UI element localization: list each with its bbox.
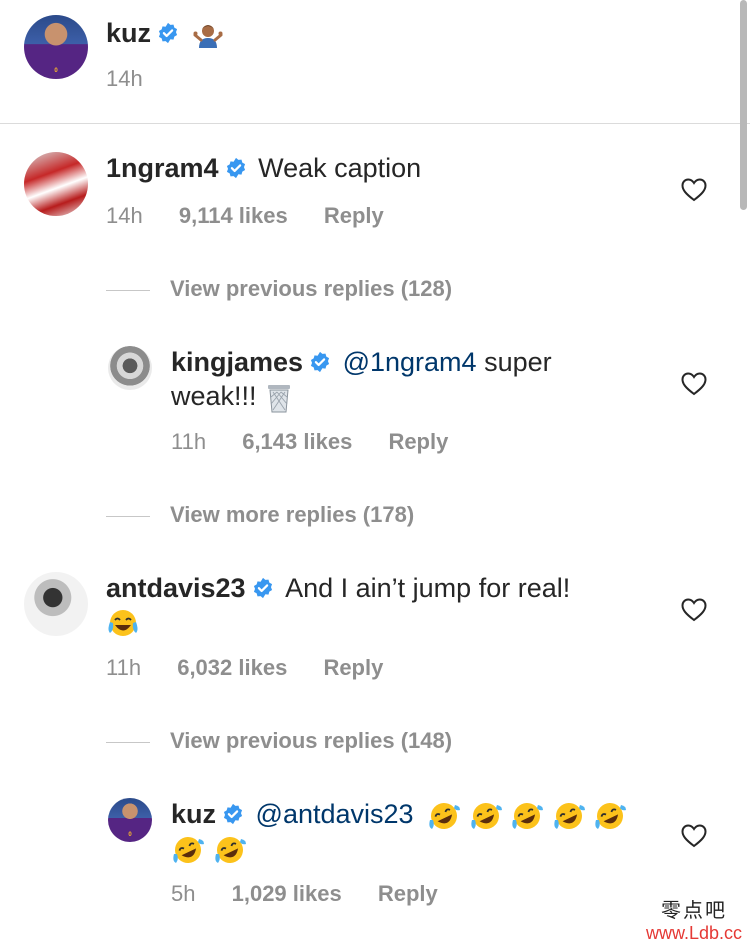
divider-line: [106, 515, 150, 517]
comment-avatar-kingjames[interactable]: [108, 346, 152, 390]
view-replies-button[interactable]: View previous replies (128): [106, 276, 452, 302]
comment-text: Weak caption: [258, 153, 422, 183]
mention-link[interactable]: @1ngram4: [343, 347, 477, 377]
comment-text-line: antdavis23 And I ain’t jump for real!: [106, 571, 570, 605]
reply-button[interactable]: Reply: [388, 429, 448, 454]
comment-likes[interactable]: 6,143 likes: [242, 429, 352, 454]
comment-avatar-kuz[interactable]: [108, 798, 152, 842]
comment-likes[interactable]: 9,114 likes: [179, 203, 288, 228]
comment-time: 14h: [106, 203, 143, 228]
tears-of-joy-emoji-icon: [108, 609, 138, 636]
comment-avatar-antdavis23[interactable]: [24, 572, 88, 636]
comment-meta: 11h 6,032 likes Reply: [106, 655, 413, 681]
comment-time: 11h: [106, 655, 142, 680]
verified-badge-icon: [310, 351, 330, 373]
rolling-on-floor-laughing-emoji-icon: [214, 836, 246, 863]
divider-line: [106, 741, 150, 743]
comment-meta: 14h 9,114 likes Reply: [106, 203, 414, 229]
wastebasket-emoji-icon: [268, 384, 291, 413]
comment-text-line-2: [106, 605, 140, 640]
comment-username[interactable]: kingjames: [171, 347, 303, 377]
header-divider: [0, 123, 750, 124]
post-caption-line: kuz: [106, 16, 223, 50]
comment-meta: 5h 1,029 likes Reply: [171, 881, 468, 907]
rolling-on-floor-laughing-emoji-icon: [173, 836, 204, 863]
rolling-on-floor-laughing-emoji-icon: [429, 802, 461, 829]
reply-button[interactable]: Reply: [378, 881, 438, 906]
view-replies-button[interactable]: View more replies (178): [106, 502, 414, 528]
post-author-avatar[interactable]: [24, 15, 88, 79]
rolling-on-floor-laughing-emoji-icon: [512, 802, 544, 829]
heart-outline-icon[interactable]: [681, 372, 707, 396]
verified-badge-icon: [223, 803, 243, 825]
reply-button[interactable]: Reply: [323, 655, 383, 680]
watermark-url: www.Ldb.cc: [645, 923, 742, 943]
comment-text-line: 1ngram4 Weak caption: [106, 151, 421, 185]
comment-avatar-1ngram4[interactable]: [24, 152, 88, 216]
comment-time: 11h: [171, 429, 207, 454]
comment-likes[interactable]: 6,032 likes: [177, 655, 287, 680]
post-timestamp: 14h: [106, 66, 143, 91]
rolling-on-floor-laughing-emoji-icon: [595, 802, 627, 829]
verified-badge-icon: [253, 577, 272, 599]
comment-meta: 11h 6,143 likes Reply: [171, 429, 478, 455]
shrug-emoji-icon: [193, 24, 223, 48]
comment-text-line: kuz @antdavis23: [171, 797, 627, 832]
comment-username[interactable]: kuz: [171, 799, 216, 829]
comment-text-line: kingjames @1ngram4 super: [171, 345, 552, 379]
heart-outline-icon[interactable]: [681, 178, 707, 202]
scrollbar[interactable]: [740, 0, 747, 210]
rolling-on-floor-laughing-emoji-icon: [553, 802, 585, 829]
reply-button[interactable]: Reply: [324, 203, 384, 228]
watermark-chinese-text: 零点吧: [660, 898, 727, 922]
divider-line: [106, 289, 150, 291]
comment-text: And I ain’t jump for real!: [285, 573, 571, 603]
comment-likes[interactable]: 1,029 likes: [232, 881, 342, 906]
comment-username[interactable]: 1ngram4: [106, 153, 219, 183]
rofl-emoji-row: [427, 799, 627, 829]
comment-time: 5h: [171, 881, 196, 906]
comment-text-line-2: [171, 831, 247, 866]
comment-text-line-2: weak!!!: [171, 379, 294, 414]
mention-link[interactable]: @antdavis23: [256, 799, 414, 829]
comment-username[interactable]: antdavis23: [106, 573, 246, 603]
rolling-on-floor-laughing-emoji-icon: [470, 802, 502, 829]
heart-outline-icon[interactable]: [681, 824, 707, 848]
comment-text: weak!!!: [171, 381, 257, 411]
verified-badge-icon: [226, 157, 245, 179]
site-watermark: 零点吧 www.Ldb.cc: [646, 894, 742, 944]
heart-outline-icon[interactable]: [681, 598, 707, 622]
view-replies-button[interactable]: View previous replies (148): [106, 728, 452, 754]
post-author-username[interactable]: kuz: [106, 18, 151, 48]
verified-badge-icon: [158, 22, 178, 44]
comment-text: super: [484, 347, 552, 377]
